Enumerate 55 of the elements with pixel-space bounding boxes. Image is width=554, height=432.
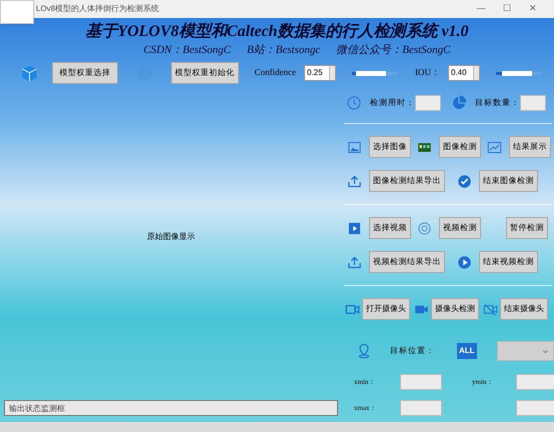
- coord-field[interactable]: [516, 374, 554, 390]
- clock-icon[interactable]: [346, 95, 362, 111]
- image-display-label: 原始图像显示: [147, 231, 195, 243]
- window-title: LOv8模型的人体摔倒行为检测系统: [36, 2, 160, 15]
- stat-label: 目标数量：: [475, 97, 520, 109]
- chevron-down-icon[interactable]: [542, 348, 549, 354]
- model-select-button[interactable]: 模型权重选择: [52, 62, 118, 84]
- minimize-button[interactable]: —: [468, 2, 494, 16]
- play-icon[interactable]: [457, 254, 472, 270]
- target-icon[interactable]: [417, 220, 432, 236]
- author-info: B站：Bestsongc: [246, 42, 320, 58]
- action-button[interactable]: 选择图像: [369, 136, 411, 158]
- location-pin-icon[interactable]: [356, 343, 372, 359]
- check-icon[interactable]: [457, 174, 472, 188]
- all-icon: ALL: [457, 343, 477, 359]
- action-button[interactable]: 图像检测结果导出: [369, 170, 445, 192]
- maximize-button[interactable]: ☐: [494, 2, 520, 16]
- slider[interactable]: [352, 72, 397, 75]
- action-button[interactable]: 视频检测结果导出: [369, 251, 445, 273]
- image-icon[interactable]: [347, 140, 362, 154]
- camera-off-icon[interactable]: [483, 302, 498, 316]
- pie-chart-icon[interactable]: [451, 95, 467, 111]
- camera-button[interactable]: 摄像头检测: [431, 298, 479, 320]
- action-button[interactable]: 结束视频检测: [479, 251, 538, 273]
- camera-button[interactable]: 打开摄像头: [362, 298, 410, 320]
- action-button[interactable]: 结束图像检测: [479, 170, 538, 192]
- param-label: IOU：: [414, 66, 440, 80]
- param-label: Confidence: [254, 66, 296, 80]
- status-output-field[interactable]: 输出状态监测框: [4, 400, 338, 416]
- cube-icon[interactable]: [20, 64, 39, 83]
- action-button[interactable]: 暂停检测: [506, 217, 548, 239]
- model-init-button[interactable]: 模型权重初始化: [171, 62, 238, 84]
- author-info: 微信公众号：BestSongC: [336, 42, 450, 58]
- upload-icon[interactable]: [347, 174, 362, 188]
- line-chart-icon[interactable]: [487, 140, 502, 154]
- app-title: 基于YOLOV8模型和Caltech数据集的行人检测系统 v1.0: [85, 22, 469, 42]
- slider[interactable]: [496, 72, 541, 75]
- value-field[interactable]: [415, 95, 441, 111]
- action-button[interactable]: 视频检测: [439, 217, 481, 239]
- coord-field[interactable]: [400, 400, 442, 416]
- popup-window: [0, 0, 34, 24]
- action-button[interactable]: 结果展示: [509, 136, 551, 158]
- camera-button[interactable]: 结束摄像头: [500, 298, 548, 320]
- coord-field[interactable]: [400, 374, 442, 390]
- value-field[interactable]: [520, 95, 546, 111]
- close-button[interactable]: ✕: [520, 2, 546, 16]
- coord-field[interactable]: [516, 400, 554, 416]
- number-spinbox[interactable]: 0.25: [304, 65, 336, 82]
- action-button[interactable]: 选择视频: [369, 217, 411, 239]
- upload-icon[interactable]: [347, 254, 362, 270]
- number-spinbox[interactable]: 0.40: [448, 65, 480, 82]
- author-info: CSDN：BestSongC: [143, 42, 231, 58]
- target-position-label: 目标位置：: [390, 345, 435, 357]
- action-button[interactable]: 图像检测: [439, 136, 481, 158]
- stat-label: 检测用时：: [370, 97, 415, 109]
